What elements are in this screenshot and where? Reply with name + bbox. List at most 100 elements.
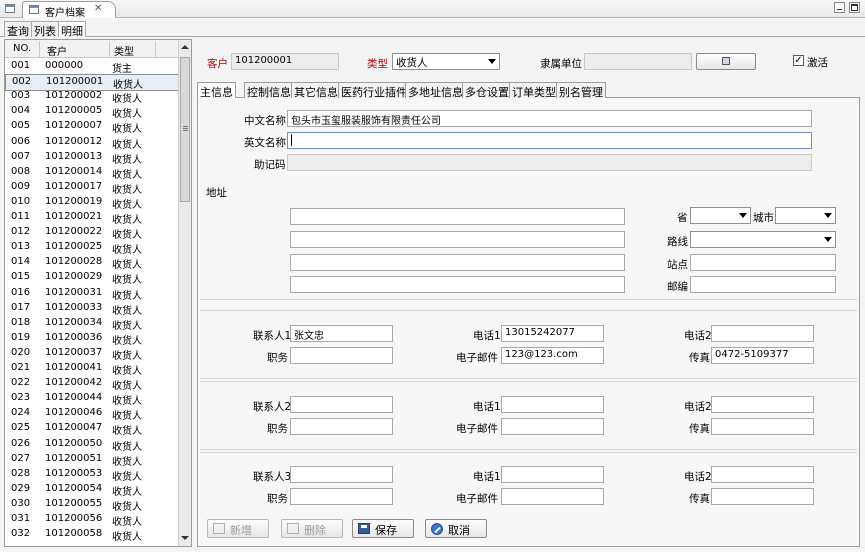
row-type: 收货人 — [112, 517, 142, 528]
tab-other-info[interactable]: 其它信息 — [291, 82, 341, 99]
contact-name-field[interactable] — [290, 466, 393, 483]
table-row[interactable]: 010 101200019 收货人 — [5, 195, 181, 211]
header-type[interactable]: 类型 — [114, 43, 134, 58]
table-row[interactable]: 027 101200051 收货人 — [5, 452, 181, 468]
city-select[interactable] — [775, 207, 836, 224]
table-row[interactable]: 013 101200025 收货人 — [5, 240, 181, 256]
tab-multi-address[interactable]: 多地址信息 — [405, 82, 466, 99]
phone1-field[interactable]: 13015242077 — [501, 325, 604, 342]
header-no[interactable]: NO. — [13, 43, 31, 54]
address-line-1[interactable] — [290, 208, 625, 225]
table-row[interactable]: 016 101200031 收货人 — [5, 286, 181, 302]
customer-code-field[interactable]: 101200001 — [231, 53, 339, 70]
phone1-field[interactable] — [501, 466, 604, 483]
cn-name-field[interactable]: 包头市玉玺服装服饰有限责任公司 — [287, 110, 812, 127]
table-row[interactable]: 024 101200046 收货人 — [5, 406, 181, 422]
email-field[interactable] — [501, 418, 604, 435]
tab-order-type[interactable]: 订单类型 — [509, 82, 559, 99]
divider — [200, 378, 857, 379]
table-row[interactable]: 004 101200005 收货人 — [5, 104, 181, 120]
phone2-field[interactable] — [711, 466, 814, 483]
postcode-field[interactable] — [690, 276, 836, 293]
scroll-down-icon[interactable] — [181, 536, 189, 540]
tab-detail[interactable]: 明细 — [58, 21, 86, 38]
row-no: 012 — [11, 226, 31, 238]
table-row[interactable]: 032 101200058 收货人 — [5, 527, 181, 543]
table-row[interactable]: 017 101200033 收货人 — [5, 301, 181, 317]
table-row[interactable]: 003 101200002 收货人 — [5, 89, 181, 105]
tab-list[interactable]: 列表 — [31, 21, 59, 38]
province-select[interactable] — [690, 207, 751, 224]
table-row[interactable]: 006 101200012 收货人 — [5, 135, 181, 151]
job-title-field[interactable] — [290, 347, 393, 364]
tab-control-info[interactable]: 控制信息 — [244, 82, 294, 99]
customer-list: NO. 客户 类型 001 000000 货主 002 101200001 收货人 003 1… — [4, 39, 192, 547]
en-name-field[interactable] — [287, 132, 812, 149]
mnemonic-field[interactable] — [287, 154, 812, 171]
phone1-field[interactable] — [501, 396, 604, 413]
table-row[interactable]: 019 101200036 收货人 — [5, 331, 181, 347]
address-line-3[interactable] — [290, 254, 625, 271]
scroll-up-icon[interactable] — [181, 45, 189, 49]
minimize-icon[interactable] — [834, 2, 845, 13]
table-row[interactable]: 014 101200028 收货人 — [5, 255, 181, 271]
maximize-icon[interactable] — [849, 2, 860, 13]
job-title-field[interactable] — [290, 418, 393, 435]
table-row[interactable]: 029 101200054 收货人 — [5, 482, 181, 498]
header-customer[interactable]: 客户 — [47, 43, 67, 58]
table-row[interactable]: 008 101200014 收货人 — [5, 165, 181, 181]
fax-field[interactable] — [711, 418, 814, 435]
active-checkbox[interactable]: ✓ — [793, 55, 804, 66]
lookup-parent-button[interactable] — [696, 53, 756, 70]
table-row[interactable]: 009 101200017 收货人 — [5, 180, 181, 196]
table-row[interactable]: 021 101200041 收货人 — [5, 361, 181, 377]
tab-medical-plugin[interactable]: 医药行业插件 — [338, 82, 410, 99]
parent-unit-field[interactable] — [584, 53, 692, 70]
scroll-thumb[interactable] — [180, 57, 190, 202]
table-row[interactable]: 031 101200056 收货人 — [5, 512, 181, 528]
email-field[interactable]: 123@123.com — [501, 347, 604, 364]
delete-button[interactable]: 删除 — [281, 519, 343, 538]
tab-multi-warehouse[interactable]: 多仓设置 — [462, 82, 512, 99]
phone1-label: 电话1 — [473, 471, 501, 483]
table-row[interactable]: 026 101200050 收货人 — [5, 437, 181, 453]
phone2-field[interactable] — [711, 396, 814, 413]
table-row[interactable]: 007 101200013 收货人 — [5, 150, 181, 166]
route-select[interactable] — [690, 231, 836, 248]
table-row[interactable]: 001 000000 货主 — [5, 59, 181, 75]
table-row[interactable]: 012 101200022 收货人 — [5, 225, 181, 241]
cancel-button[interactable]: 取消 — [425, 519, 487, 538]
address-line-2[interactable] — [290, 231, 625, 248]
fax-field[interactable]: 0472-5109377 — [711, 347, 814, 364]
phone2-field[interactable] — [711, 325, 814, 342]
email-field[interactable] — [501, 488, 604, 505]
tab-query[interactable]: 查询 — [4, 21, 32, 38]
tab-alias-management[interactable]: 别名管理 — [556, 82, 606, 99]
contact-name-field[interactable]: 张文忠 — [290, 325, 393, 342]
table-row[interactable]: 005 101200007 收货人 — [5, 119, 181, 135]
table-row[interactable]: 011 101200021 收货人 — [5, 210, 181, 226]
table-row[interactable]: 020 101200037 收货人 — [5, 346, 181, 362]
new-button[interactable]: 新增 — [207, 519, 269, 538]
job-title-field[interactable] — [290, 488, 393, 505]
table-row[interactable]: 030 101200055 收货人 — [5, 497, 181, 513]
table-row[interactable]: 015 101200029 收货人 — [5, 270, 181, 286]
table-row[interactable]: 025 101200047 收货人 — [5, 421, 181, 437]
table-row[interactable]: 018 101200034 收货人 — [5, 316, 181, 332]
save-button[interactable]: 保存 — [352, 519, 414, 538]
table-row[interactable]: 028 101200053 收货人 — [5, 467, 181, 483]
customer-archive-tab[interactable]: 客户档案 ✕ — [22, 1, 116, 19]
list-scrollbar[interactable] — [178, 40, 191, 546]
contact-name-field[interactable] — [290, 396, 393, 413]
address-line-4[interactable] — [290, 276, 625, 293]
tab-close-icon[interactable]: ✕ — [94, 3, 102, 14]
table-row[interactable]: 022 101200042 收货人 — [5, 376, 181, 392]
window-icon[interactable] — [5, 4, 15, 13]
station-field[interactable] — [690, 254, 836, 271]
type-label: 类型 — [367, 58, 388, 70]
table-row[interactable]: 023 101200044 收货人 — [5, 391, 181, 407]
type-select[interactable]: 收货人 — [392, 53, 500, 70]
row-no: 026 — [11, 437, 31, 449]
tab-main-info[interactable]: 主信息 — [197, 82, 236, 99]
fax-field[interactable] — [711, 488, 814, 505]
